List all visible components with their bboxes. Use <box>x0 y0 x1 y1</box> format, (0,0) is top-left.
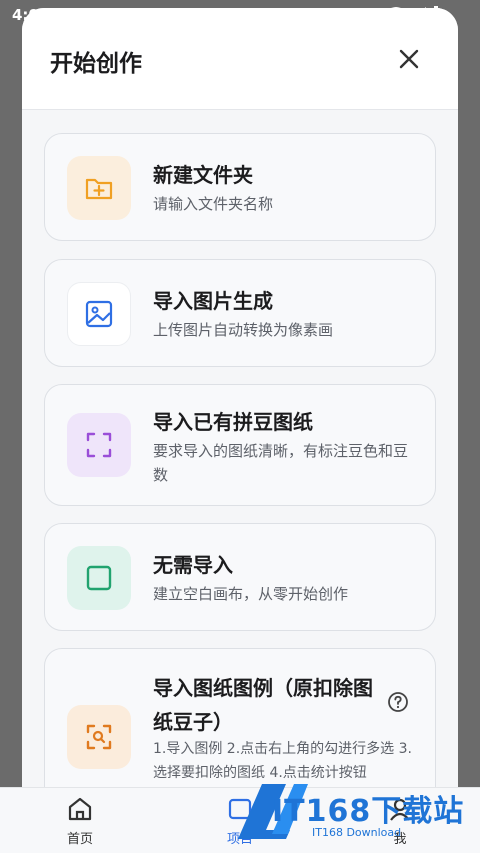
nav-home-label: 首页 <box>66 832 93 847</box>
import-pattern-card[interactable]: 导入已有拼豆图纸 要求导入的图纸清晰，有标注豆色和豆数 <box>44 384 436 506</box>
scan-frame-icon <box>67 413 131 477</box>
card-title: 导入已有拼豆图纸 <box>153 410 313 434</box>
card-title: 导入图片生成 <box>153 289 273 313</box>
card-title: 无需导入 <box>153 553 233 577</box>
card-title: 新建文件夹 <box>153 163 253 187</box>
folder-plus-icon <box>67 156 131 220</box>
card-title: 导入图纸图例（原扣除图纸豆子） <box>153 676 373 734</box>
import-image-card[interactable]: 导入图片生成 上传图片自动转换为像素画 <box>44 259 436 367</box>
blank-canvas-icon <box>67 546 131 610</box>
image-icon <box>67 282 131 346</box>
nav-item-home[interactable]: 首页 <box>40 796 120 847</box>
watermark-subtext: IT168 Download <box>312 826 402 839</box>
card-desc: 要求导入的图纸清晰，有标注豆色和豆数 <box>153 442 409 484</box>
blank-canvas-card[interactable]: 无需导入 建立空白画布，从零开始创作 <box>44 523 436 631</box>
card-desc: 上传图片自动转换为像素画 <box>153 321 334 339</box>
card-desc: 建立空白画布，从零开始创作 <box>153 585 349 603</box>
help-icon[interactable] <box>387 691 409 713</box>
sheet-title: 开始创作 <box>50 51 142 77</box>
create-sheet: 开始创作 新建文件夹 请输入文件夹名称 导入图片生成 上传图片自动转换为像素画 … <box>22 8 458 787</box>
card-desc: 请输入文件夹名称 <box>153 195 274 213</box>
new-folder-card[interactable]: 新建文件夹 请输入文件夹名称 <box>44 133 436 241</box>
watermark-text: IT168下载站 <box>272 794 465 829</box>
scan-search-icon <box>67 705 131 769</box>
sheet-header: 开始创作 <box>22 8 458 110</box>
close-icon[interactable] <box>398 48 420 70</box>
home-icon <box>68 797 92 821</box>
